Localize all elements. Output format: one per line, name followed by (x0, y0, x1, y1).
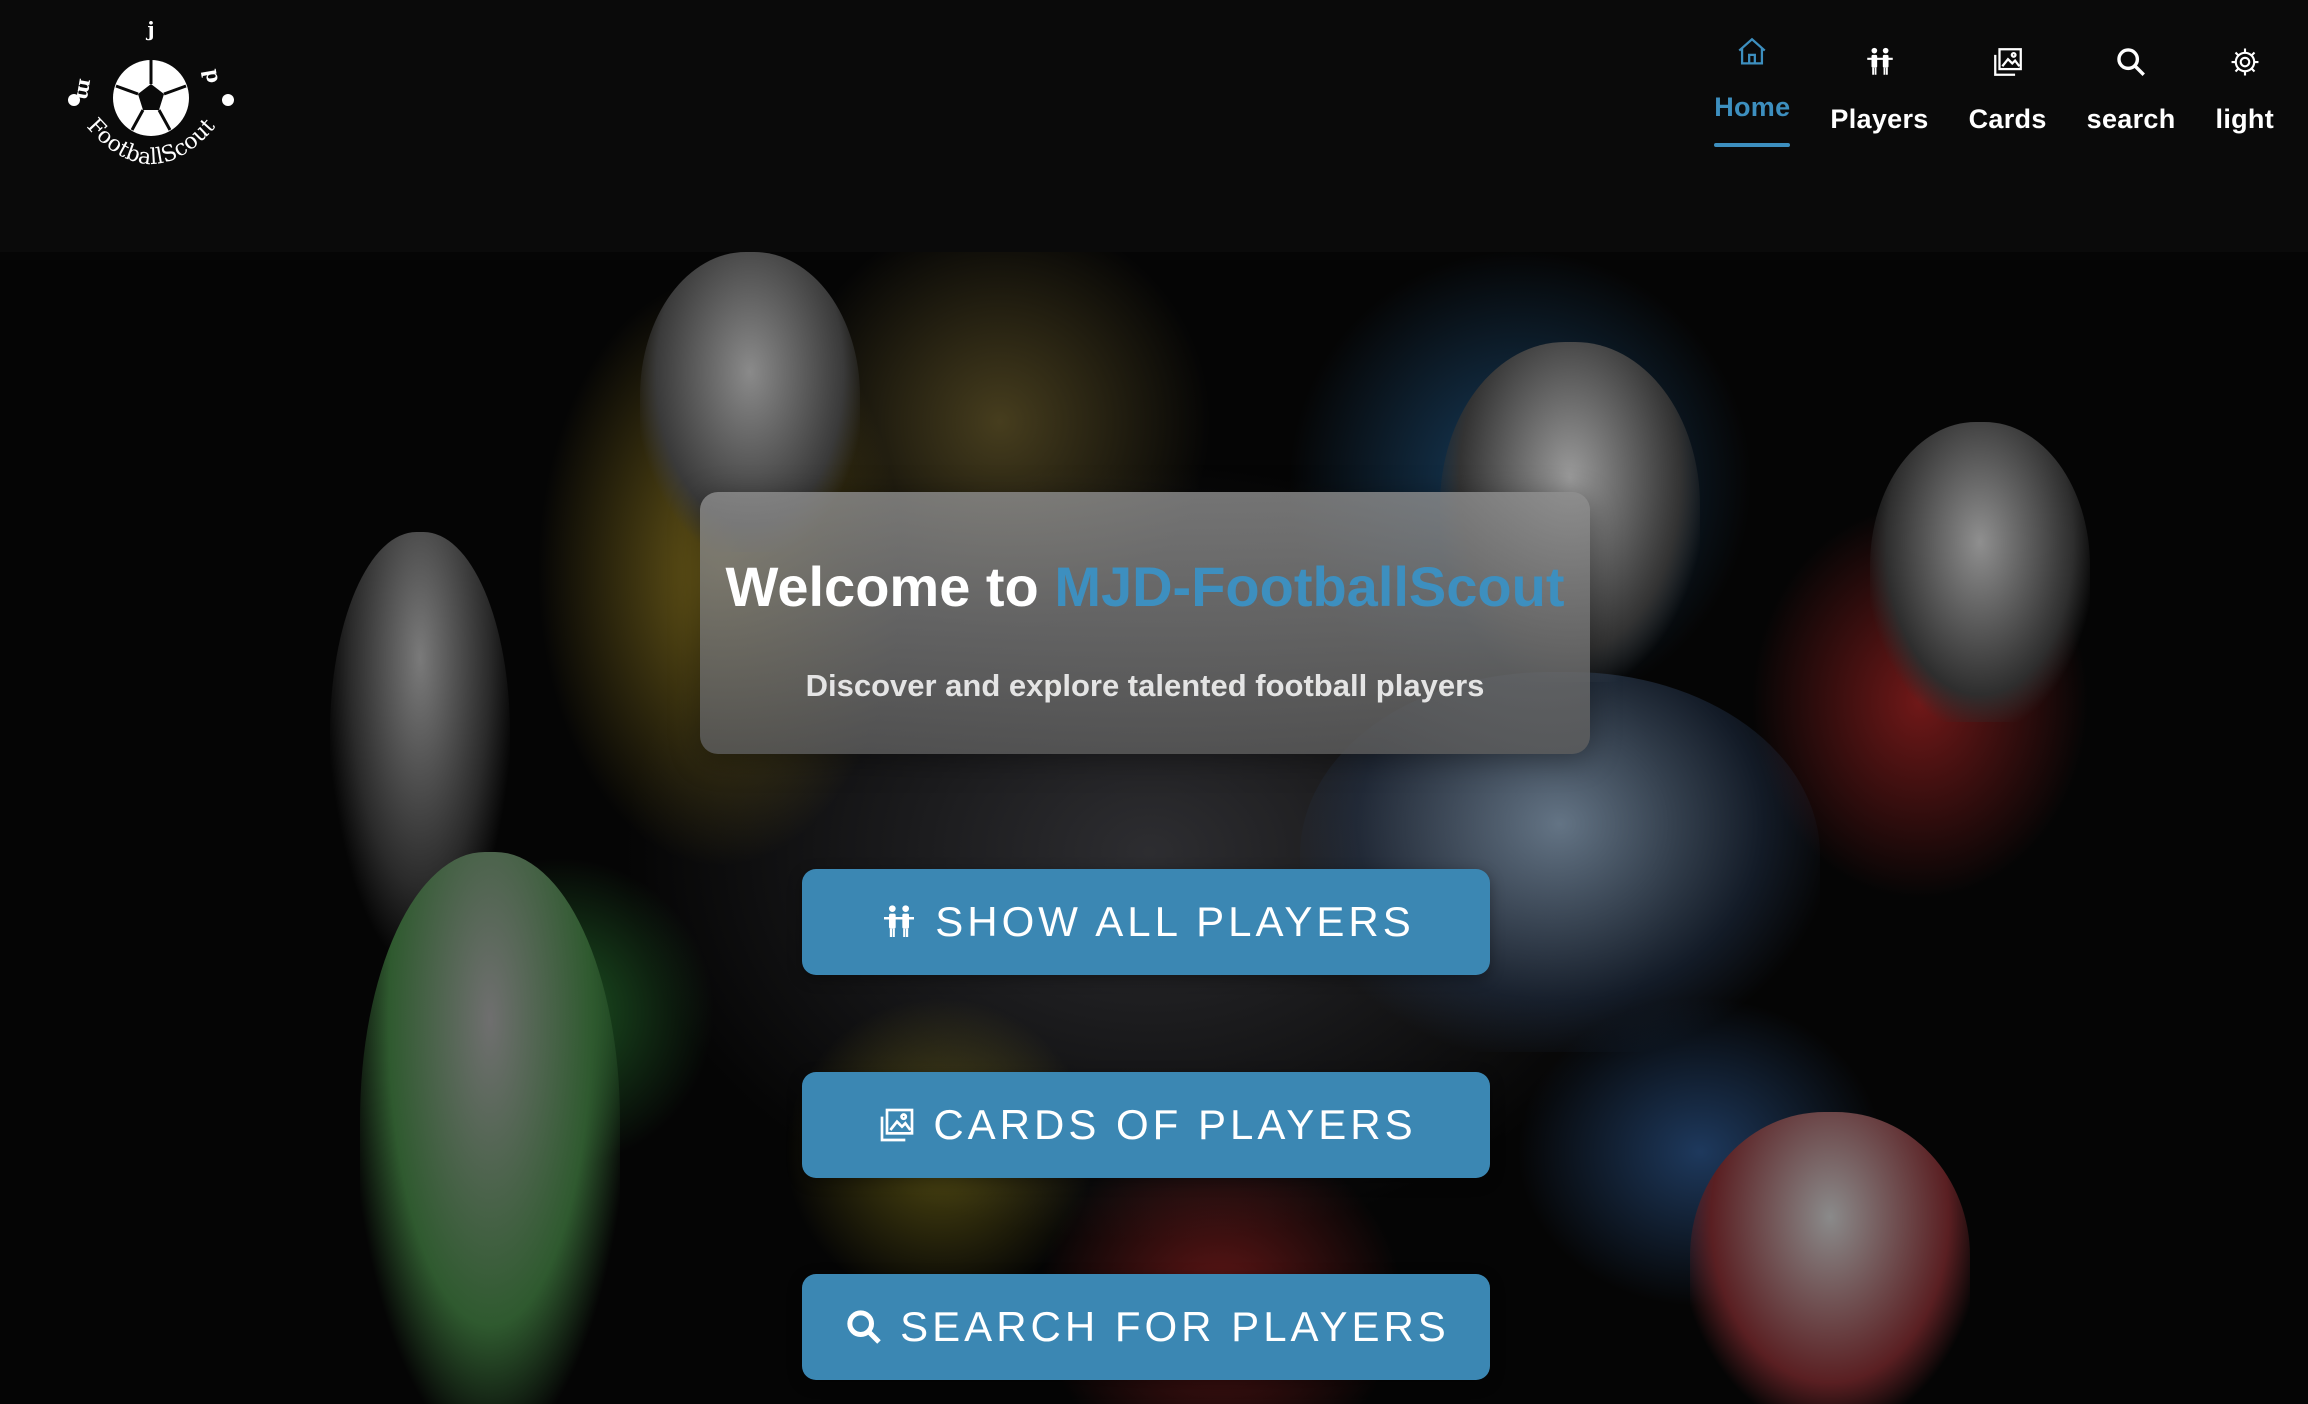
cards-icon (875, 1103, 919, 1147)
main-nav: Home Players Cards search light (1674, 37, 2274, 180)
welcome-title-prefix: Welcome to (725, 555, 1055, 618)
show-all-players-button[interactable]: SHOW ALL PLAYERS (802, 869, 1490, 975)
nav-players-label: Players (1830, 104, 1929, 134)
logo-letter-d: d (197, 67, 223, 85)
cards-of-players-button[interactable]: CARDS OF PLAYERS (802, 1072, 1490, 1178)
nav-home-label: Home (1714, 92, 1791, 122)
welcome-title-brand: MJD-FootballScout (1054, 555, 1565, 618)
nav-players[interactable]: Players (1830, 40, 1928, 135)
player-figure-bottom-right (1690, 1112, 1970, 1404)
hero-section: Welcome to MJD-FootballScout Discover an… (0, 252, 2308, 1404)
search-icon (2111, 40, 2151, 84)
logo-soccer-ball-icon: j m d FootballScout (68, 17, 234, 170)
welcome-title: Welcome to MJD-FootballScout (700, 554, 1590, 619)
search-for-players-button[interactable]: SEARCH FOR PLAYERS (802, 1274, 1490, 1380)
players-icon (1860, 40, 1900, 84)
players-icon (877, 900, 921, 944)
welcome-subtitle: Discover and explore talented football p… (805, 668, 1485, 703)
gear-icon (2225, 40, 2265, 84)
nav-search[interactable]: search (2087, 40, 2176, 135)
player-figure-right (1870, 422, 2090, 722)
search-for-players-label: SEARCH FOR PLAYERS (900, 1303, 1450, 1350)
active-tab-underline (1714, 143, 1791, 147)
cards-of-players-label: CARDS OF PLAYERS (933, 1101, 1417, 1148)
footballscout-logo[interactable]: j m d FootballScout (66, 14, 236, 194)
player-figure-bottom-left (360, 852, 620, 1404)
nav-cards[interactable]: Cards (1969, 40, 2047, 135)
home-icon (1732, 30, 1772, 74)
show-all-players-label: SHOW ALL PLAYERS (935, 898, 1415, 945)
nav-search-label: search (2086, 104, 2176, 134)
nav-cards-label: Cards (1968, 104, 2047, 134)
top-header: j m d FootballScout Home Players Cards s… (0, 0, 2308, 252)
nav-home[interactable]: Home (1714, 37, 1791, 147)
nav-light-toggle[interactable]: light (2216, 40, 2274, 135)
search-icon (842, 1305, 886, 1349)
logo-letter-j: j (145, 17, 154, 41)
cards-icon (1988, 40, 2028, 84)
welcome-panel: Welcome to MJD-FootballScout Discover an… (700, 492, 1590, 754)
nav-light-label: light (2215, 104, 2274, 134)
